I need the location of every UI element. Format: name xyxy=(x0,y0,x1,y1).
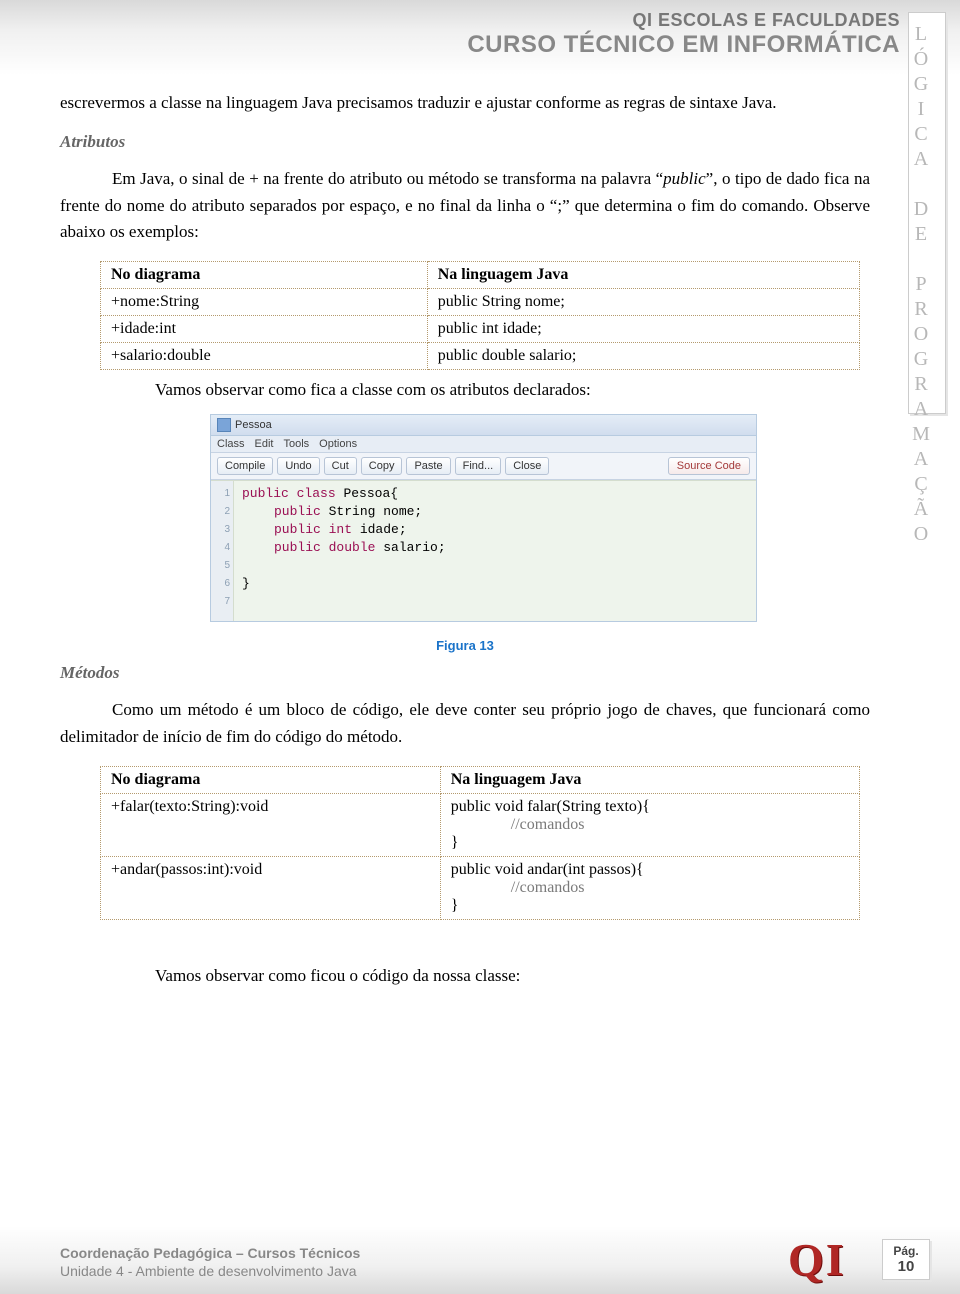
figure-caption: Figura 13 xyxy=(60,638,870,653)
editor-toolbar: Compile Undo Cut Copy Paste Find... Clos… xyxy=(211,453,756,480)
page-content: escrevermos a classe na linguagem Java p… xyxy=(60,90,870,1000)
observe-attributes: Vamos observar como fica a classe com os… xyxy=(155,380,870,400)
cell-diagram: +andar(passos:int):void xyxy=(101,857,441,920)
menu-class[interactable]: Class xyxy=(217,438,245,450)
code-line: public void andar(int passos){ xyxy=(451,861,644,878)
find-button[interactable]: Find... xyxy=(455,457,502,475)
menu-tools[interactable]: Tools xyxy=(283,438,309,450)
cell-java: public int idade; xyxy=(427,316,859,343)
metodos-paragraph: Como um método é um bloco de código, ele… xyxy=(60,697,870,750)
cell-diagram: +idade:int xyxy=(101,316,428,343)
cell-java: public double salario; xyxy=(427,343,859,370)
line-number: 4 xyxy=(214,539,230,557)
cell-diagram: +nome:String xyxy=(101,289,428,316)
field-idade: idade; xyxy=(352,522,407,537)
cell-java: public void falar(String texto){ //coman… xyxy=(440,794,859,857)
atributos-italic: public xyxy=(663,169,706,188)
field-salario: salario; xyxy=(375,540,445,555)
compile-button[interactable]: Compile xyxy=(217,457,273,475)
field-nome: String nome; xyxy=(321,504,422,519)
class-name: Pessoa{ xyxy=(336,486,398,501)
code-line: } xyxy=(451,834,459,851)
section-heading-metodos: Métodos xyxy=(60,663,870,683)
editor-app-icon xyxy=(217,418,231,432)
footer-line1: Coordenação Pedagógica – Cursos Técnicos xyxy=(60,1244,360,1262)
cell-diagram: +falar(texto:String):void xyxy=(101,794,441,857)
cell-diagram: +salario:double xyxy=(101,343,428,370)
menu-edit[interactable]: Edit xyxy=(255,438,274,450)
table-row: +andar(passos:int):void public void anda… xyxy=(101,857,860,920)
header-line2: CURSO TÉCNICO EM INFORMÁTICA xyxy=(467,31,900,59)
section-heading-atributos: Atributos xyxy=(60,132,870,152)
kw-public: public xyxy=(274,504,321,519)
menu-options[interactable]: Options xyxy=(319,438,357,450)
source-code-dropdown[interactable]: Source Code xyxy=(668,457,750,475)
code-comment: //comandos xyxy=(511,879,585,896)
sidebar-label: LÓGICA DE PROGRAMAÇÃO xyxy=(909,13,932,548)
code-line: } xyxy=(451,897,459,914)
line-number: 1 xyxy=(214,485,230,503)
copy-button[interactable]: Copy xyxy=(361,457,403,475)
footer-text: Coordenação Pedagógica – Cursos Técnicos… xyxy=(60,1244,360,1280)
table-row: +idade:int public int idade; xyxy=(101,316,860,343)
methods-table: No diagrama Na linguagem Java +falar(tex… xyxy=(100,766,860,920)
editor-menubar: Class Edit Tools Options xyxy=(211,436,756,453)
editor-code-area: 1 2 3 4 5 6 7 public class Pessoa{ publi… xyxy=(211,480,756,621)
undo-button[interactable]: Undo xyxy=(277,457,319,475)
attributes-table: No diagrama Na linguagem Java +nome:Stri… xyxy=(100,261,860,370)
table-header-row: No diagrama Na linguagem Java xyxy=(101,767,860,794)
observe-methods: Vamos observar como ficou o código da no… xyxy=(155,966,870,986)
table-header-row: No diagrama Na linguagem Java xyxy=(101,262,860,289)
page-number-box: Pág. 10 xyxy=(882,1239,930,1280)
kw-public: public xyxy=(274,522,321,537)
line-number: 5 xyxy=(214,557,230,575)
editor-gutter: 1 2 3 4 5 6 7 xyxy=(211,481,234,621)
kw-class: class xyxy=(297,486,336,501)
code-comment: //comandos xyxy=(511,816,585,833)
table-row: +falar(texto:String):void public void fa… xyxy=(101,794,860,857)
table-row: +nome:String public String nome; xyxy=(101,289,860,316)
header-line1: QI ESCOLAS E FACULDADES xyxy=(467,10,900,31)
th-diagram: No diagrama xyxy=(101,262,428,289)
kw-int: int xyxy=(321,522,352,537)
kw-double: double xyxy=(321,540,376,555)
line-number: 6 xyxy=(214,575,230,593)
code-line: public void falar(String texto){ xyxy=(451,798,650,815)
qi-logo: QI xyxy=(788,1230,868,1280)
th-java: Na linguagem Java xyxy=(427,262,859,289)
page-footer: Coordenação Pedagógica – Cursos Técnicos… xyxy=(60,1230,930,1280)
page-number: 10 xyxy=(883,1258,929,1275)
cell-java: public void andar(int passos){ //comando… xyxy=(440,857,859,920)
cell-java: public String nome; xyxy=(427,289,859,316)
page-label: Pág. xyxy=(883,1244,929,1258)
th-java: Na linguagem Java xyxy=(440,767,859,794)
table-row: +salario:double public double salario; xyxy=(101,343,860,370)
footer-line2: Unidade 4 - Ambiente de desenvolvimento … xyxy=(60,1262,360,1280)
kw-public: public xyxy=(274,540,321,555)
close-button[interactable]: Close xyxy=(505,457,549,475)
kw-public: public xyxy=(242,486,289,501)
editor-window: Pessoa Class Edit Tools Options Compile … xyxy=(210,414,757,622)
close-brace: } xyxy=(242,576,250,591)
atributos-para-pre: Em Java, o sinal de + na frente do atrib… xyxy=(112,169,663,188)
cut-button[interactable]: Cut xyxy=(324,457,357,475)
paste-button[interactable]: Paste xyxy=(406,457,450,475)
sidebar-box: LÓGICA DE PROGRAMAÇÃO xyxy=(908,12,946,414)
logo-i: I xyxy=(826,1240,844,1280)
editor-title: Pessoa xyxy=(235,419,272,431)
atributos-paragraph: Em Java, o sinal de + na frente do atrib… xyxy=(60,166,870,245)
line-number: 3 xyxy=(214,521,230,539)
line-number: 2 xyxy=(214,503,230,521)
editor-code[interactable]: public class Pessoa{ public String nome;… xyxy=(234,481,756,621)
line-number: 7 xyxy=(214,593,230,611)
th-diagram: No diagrama xyxy=(101,767,441,794)
logo-q: Q xyxy=(788,1240,824,1280)
editor-titlebar: Pessoa xyxy=(211,415,756,436)
intro-paragraph: escrevermos a classe na linguagem Java p… xyxy=(60,90,870,116)
page-header: QI ESCOLAS E FACULDADES CURSO TÉCNICO EM… xyxy=(467,10,900,59)
